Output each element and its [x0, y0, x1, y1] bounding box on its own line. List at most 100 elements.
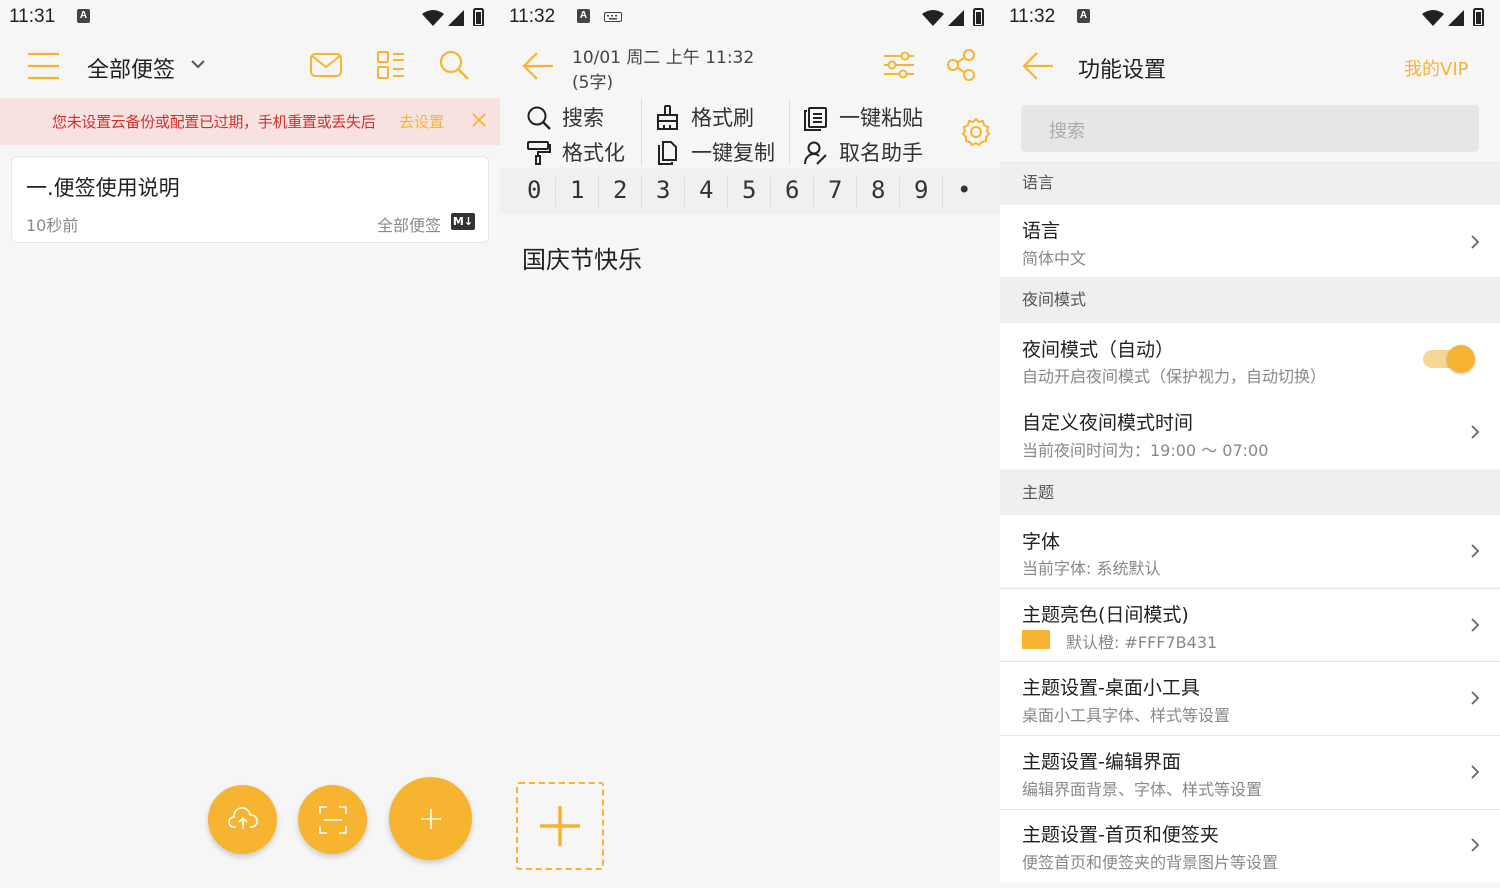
setting-title: 主题设置-编辑界面 — [1022, 751, 1181, 773]
settings-screen: 11:32 A 功能设置 我的VIP 搜索 语言 语言 简体中文 夜间模式 夜间… — [1000, 0, 1500, 888]
digit-divider — [942, 177, 943, 207]
setting-theme-home[interactable]: 主题设置-首页和便签夹 便签首页和便签夹的背景图片等设置 — [1000, 810, 1500, 883]
setting-subtitle: 桌面小工具字体、样式等设置 — [1022, 706, 1231, 725]
note-date: 10/01 周二 上午 11:32 — [572, 48, 755, 68]
digit-divider — [770, 177, 771, 207]
format-toolbar: 搜索 格式化 格式刷 一键复制 一键粘贴 取名助手 — [500, 97, 1000, 167]
setting-night-auto[interactable]: 夜间模式（自动） 自动开启夜间模式（保护视力，自动切换） — [1000, 323, 1500, 396]
notification-a-icon: A — [1077, 9, 1090, 23]
setting-title: 自定义夜间模式时间 — [1022, 412, 1194, 434]
digit-key-dot[interactable]: • — [957, 176, 971, 204]
signal-battery-icon — [1422, 8, 1484, 26]
setting-subtitle: 编辑界面背景、字体、样式等设置 — [1022, 780, 1263, 799]
search-icon[interactable] — [438, 49, 470, 81]
share-icon[interactable] — [946, 49, 976, 81]
status-bar: 11:31 A — [0, 0, 500, 34]
vip-link[interactable]: 我的VIP — [1404, 55, 1468, 81]
add-icon — [540, 806, 580, 846]
toolbar-naming-label: 取名助手 — [839, 141, 923, 165]
page-title: 功能设置 — [1078, 58, 1167, 83]
add-attachment-button[interactable] — [516, 782, 604, 870]
copy-icon — [658, 141, 677, 165]
user-edit-icon — [804, 141, 827, 165]
digit-key[interactable]: 9 — [914, 176, 928, 204]
note-content[interactable]: 国庆节快乐 — [522, 240, 642, 275]
mail-icon[interactable] — [309, 50, 343, 80]
setting-subtitle: 自动开启夜间模式（保护视力，自动切换） — [1022, 367, 1327, 386]
toolbar-settings-icon[interactable] — [961, 117, 991, 147]
grid-view-icon[interactable] — [376, 50, 406, 80]
digit-divider — [899, 177, 900, 207]
note-time: 10秒前 — [26, 216, 79, 235]
setting-theme-widget[interactable]: 主题设置-桌面小工具 桌面小工具字体、样式等设置 — [1000, 662, 1500, 735]
toolbar-divider — [789, 99, 790, 165]
search-input[interactable]: 搜索 — [1021, 105, 1479, 152]
settings-sliders-icon[interactable] — [883, 50, 915, 80]
signal-battery-icon — [922, 8, 984, 26]
setting-font[interactable]: 字体 当前字体: 系统默认 — [1000, 515, 1500, 587]
digit-divider — [856, 177, 857, 207]
menu-icon[interactable] — [27, 52, 60, 80]
setting-subtitle: 默认橙: #FFF7B431 — [1066, 633, 1218, 652]
setting-subtitle: 简体中文 — [1022, 249, 1087, 268]
toolbar-copy-label: 一键复制 — [691, 141, 775, 165]
format-paint-icon — [527, 141, 551, 165]
brush-icon — [657, 105, 678, 130]
toolbar-brush-label: 格式刷 — [691, 106, 754, 130]
setting-subtitle: 便签首页和便签夹的背景图片等设置 — [1022, 853, 1279, 872]
status-bar: 11:32 A — [500, 0, 1000, 34]
digit-key[interactable]: 7 — [828, 176, 842, 204]
note-title: 一.便签使用说明 — [26, 176, 180, 200]
banner-message: 您未设置云备份或配置已过期，手机重置或丢失后 — [52, 113, 376, 131]
color-swatch — [1022, 630, 1050, 649]
back-arrow-icon[interactable] — [1022, 51, 1054, 81]
digit-key[interactable]: 8 — [871, 176, 885, 204]
digit-key[interactable]: 2 — [613, 176, 627, 204]
chevron-down-icon[interactable] — [190, 58, 206, 70]
status-time: 11:31 — [9, 6, 56, 27]
digit-key[interactable]: 5 — [742, 176, 756, 204]
close-icon[interactable] — [471, 112, 487, 128]
setting-title: 主题设置-首页和便签夹 — [1022, 824, 1219, 846]
digit-key[interactable]: 0 — [527, 176, 541, 204]
folder-title[interactable]: 全部便签 — [87, 52, 175, 84]
setting-subtitle: 当前字体: 系统默认 — [1022, 559, 1161, 578]
back-arrow-icon[interactable] — [522, 51, 554, 81]
digit-key[interactable]: 6 — [785, 176, 799, 204]
setting-theme-color[interactable]: 主题亮色(日间模式) 默认橙: #FFF7B431 — [1000, 589, 1500, 661]
section-header-night: 夜间模式 — [1000, 277, 1500, 323]
cloud-upload-button[interactable] — [208, 785, 277, 854]
banner-setup-link[interactable]: 去设置 — [399, 111, 444, 132]
note-card[interactable]: 一.便签使用说明 10秒前 全部便签 M↓ — [11, 156, 489, 243]
chevron-right-icon — [1471, 544, 1480, 558]
add-icon — [421, 809, 441, 829]
setting-language[interactable]: 语言 简体中文 — [1000, 205, 1500, 277]
setting-title: 主题设置-桌面小工具 — [1022, 677, 1200, 699]
search-placeholder: 搜索 — [1049, 121, 1085, 142]
scan-button[interactable] — [298, 785, 367, 854]
digit-key[interactable]: 1 — [570, 176, 584, 204]
status-time: 11:32 — [509, 6, 556, 27]
scan-icon — [319, 806, 347, 834]
chevron-right-icon — [1471, 765, 1480, 779]
setting-title: 夜间模式（自动） — [1022, 339, 1175, 361]
notes-list-screen: 11:31 A 全部便签 您未设置云备份或配置已过期，手机重置或丢失后 去设置 … — [0, 0, 500, 888]
toolbar-paste-label: 一键粘贴 — [839, 106, 923, 130]
add-note-button[interactable] — [389, 777, 472, 860]
chevron-right-icon — [1471, 838, 1480, 852]
night-toggle[interactable] — [1423, 345, 1475, 373]
toolbar-search-label: 搜索 — [562, 106, 604, 130]
chevron-right-icon — [1471, 618, 1480, 632]
note-editor-screen: 11:32 A 10/01 周二 上午 11:32 (5字) 搜索 格式化 格式… — [500, 0, 1000, 888]
setting-title: 主题亮色(日间模式) — [1022, 604, 1189, 626]
setting-theme-editor[interactable]: 主题设置-编辑界面 编辑界面背景、字体、样式等设置 — [1000, 736, 1500, 809]
digit-divider — [684, 177, 685, 207]
digit-key[interactable]: 4 — [699, 176, 713, 204]
digit-key[interactable]: 3 — [656, 176, 670, 204]
digit-divider — [555, 177, 556, 207]
section-header-language: 语言 — [1000, 161, 1500, 205]
note-folder: 全部便签 — [377, 216, 442, 235]
digit-divider — [813, 177, 814, 207]
setting-night-time[interactable]: 自定义夜间模式时间 当前夜间时间为：19:00 ～ 07:00 — [1000, 396, 1500, 469]
markdown-badge: M↓ — [451, 213, 475, 230]
